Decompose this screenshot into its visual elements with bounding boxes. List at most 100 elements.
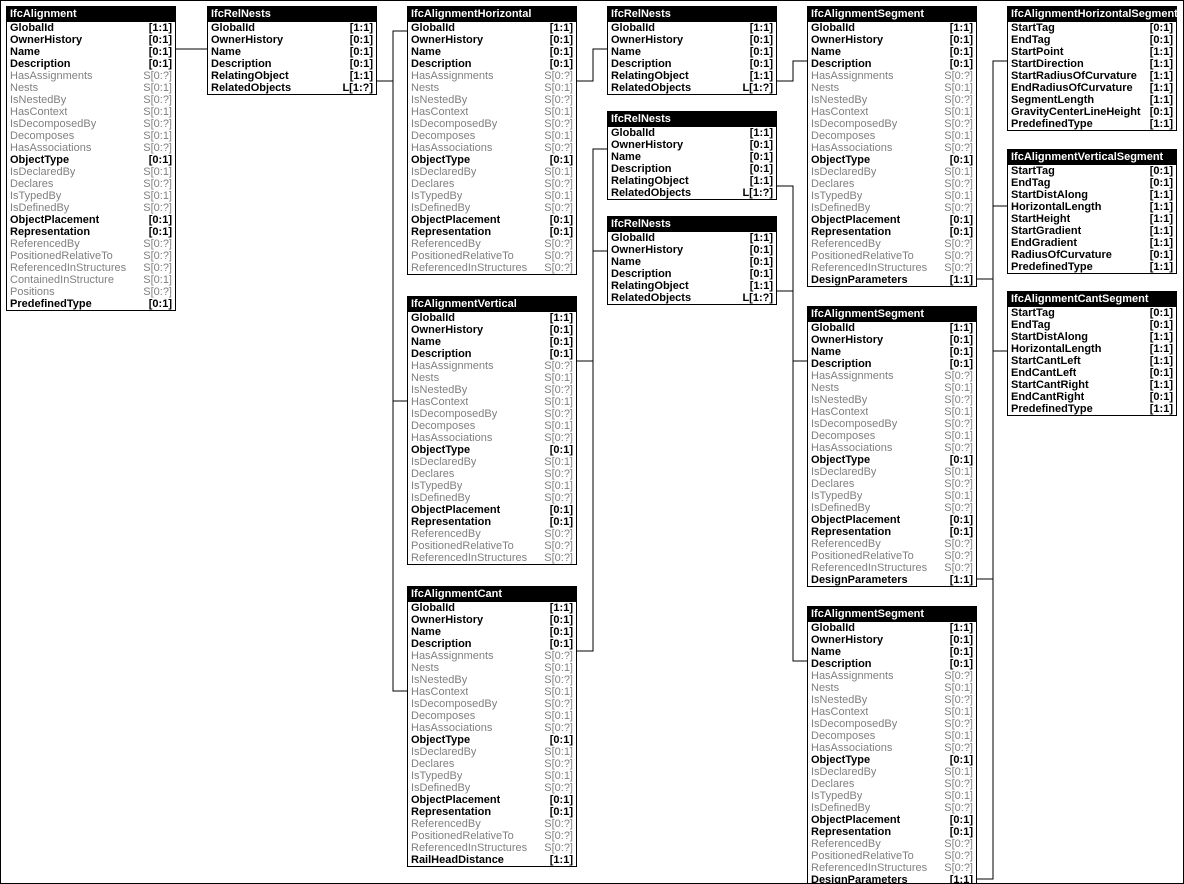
attr-name: Nests [811, 382, 839, 394]
attr-name: Declares [811, 778, 854, 790]
attr-cardinality: [0:1] [546, 806, 573, 818]
attr-row: Representation[0:1] [808, 826, 976, 838]
attr-name: IsTypedBy [411, 190, 462, 202]
attr-row: ObjectPlacement[0:1] [408, 214, 576, 226]
attr-cardinality: [0:1] [546, 504, 573, 516]
attr-cardinality: S[0:1] [540, 130, 573, 142]
attr-cardinality: [0:1] [946, 154, 973, 166]
attr-cardinality: S[0:?] [540, 250, 573, 262]
attr-name: Declares [811, 178, 854, 190]
attr-row: DecomposesS[0:1] [408, 710, 576, 722]
attr-cardinality: [0:1] [746, 58, 773, 70]
attr-name: IsNestedBy [811, 94, 867, 106]
entity-e-align-cant: IfcAlignmentCantGlobalId[1:1]OwnerHistor… [407, 586, 577, 867]
attr-cardinality: [0:1] [946, 814, 973, 826]
attr-name: Name [811, 646, 841, 658]
attr-row: IsDefinedByS[0:?] [808, 502, 976, 514]
attr-cardinality: S[0:1] [940, 382, 973, 394]
attr-cardinality: [0:1] [946, 346, 973, 358]
attr-cardinality: [0:1] [946, 526, 973, 538]
attr-cardinality: [0:1] [1146, 165, 1173, 177]
attr-row: Representation[0:1] [808, 526, 976, 538]
attr-name: RelatedObjects [211, 82, 291, 94]
attr-name: IsTypedBy [10, 190, 61, 202]
attr-cardinality: [0:1] [746, 163, 773, 175]
attr-row: NestsS[0:1] [408, 82, 576, 94]
attr-name: HasAssociations [811, 142, 892, 154]
attr-cardinality: [0:1] [1146, 249, 1173, 261]
attr-cardinality: S[0:1] [940, 82, 973, 94]
attr-cardinality: S[0:?] [540, 408, 573, 420]
attr-row: Description[0:1] [408, 58, 576, 70]
attr-name: Nests [411, 372, 439, 384]
attr-cardinality: [0:1] [546, 46, 573, 58]
attr-name: PositionedRelativeTo [411, 830, 514, 842]
attr-cardinality: [0:1] [1146, 319, 1173, 331]
attr-name: Description [411, 348, 472, 360]
attr-name: Name [10, 46, 40, 58]
attr-row: Name[0:1] [408, 46, 576, 58]
attr-name: HasAssociations [811, 742, 892, 754]
attr-name: Representation [411, 516, 491, 528]
attr-cardinality: S[0:?] [940, 142, 973, 154]
attr-name: IsDeclaredBy [811, 766, 876, 778]
attr-row: NestsS[0:1] [7, 82, 175, 94]
attr-row: IsNestedByS[0:?] [808, 394, 976, 406]
diagram-canvas: { "attrSets": { "alignmentFull": [ {"n":… [0, 0, 1184, 884]
attr-row: PredefinedType[1:1] [1008, 261, 1176, 273]
attr-name: HasAssignments [411, 360, 494, 372]
attr-cardinality: [0:1] [546, 34, 573, 46]
attr-row: Name[0:1] [808, 646, 976, 658]
attr-row: IsDefinedByS[0:?] [408, 782, 576, 794]
attr-name: GlobalId [611, 22, 655, 34]
attr-row: IsDecomposedByS[0:?] [808, 118, 976, 130]
entity-e-vseg: IfcAlignmentVerticalSegmentStartTag[0:1]… [1007, 149, 1177, 274]
attr-row: ObjectType[0:1] [808, 154, 976, 166]
attr-row: DecomposesS[0:1] [408, 420, 576, 432]
attr-row: RelatedObjectsL[1:?] [608, 82, 776, 94]
attr-row: GlobalId[1:1] [808, 622, 976, 634]
attr-row: Name[0:1] [408, 626, 576, 638]
attr-cardinality: [0:1] [1146, 367, 1173, 379]
attr-name: Name [611, 151, 641, 163]
attr-cardinality: S[0:?] [540, 360, 573, 372]
attr-row: ObjectType[0:1] [408, 734, 576, 746]
attr-name: Nests [811, 682, 839, 694]
attr-name: IsDecomposedBy [811, 718, 897, 730]
attr-name: IsNestedBy [811, 394, 867, 406]
attr-name: ReferencedBy [811, 538, 881, 550]
attr-cardinality: S[0:?] [940, 370, 973, 382]
attr-name: PredefinedType [1011, 118, 1093, 130]
entity-e-seg-b: IfcAlignmentSegmentGlobalId[1:1]OwnerHis… [807, 306, 977, 587]
attr-name: HasAssignments [10, 70, 93, 82]
attr-row: Description[0:1] [608, 163, 776, 175]
attr-cardinality: S[0:1] [540, 106, 573, 118]
attr-row: OwnerHistory[0:1] [808, 34, 976, 46]
attr-name: Name [611, 256, 641, 268]
attr-row: Description[0:1] [808, 58, 976, 70]
attr-name: OwnerHistory [611, 139, 683, 151]
entity-e-cseg: IfcAlignmentCantSegmentStartTag[0:1]EndT… [1007, 291, 1177, 416]
attr-name: EndCantLeft [1011, 367, 1076, 379]
attr-cardinality: [0:1] [145, 214, 172, 226]
attr-row: IsTypedByS[0:1] [408, 480, 576, 492]
attr-cardinality: [1:1] [946, 274, 973, 286]
attr-name: ReferencedBy [811, 238, 881, 250]
attr-cardinality: L[1:?] [338, 82, 373, 94]
attr-cardinality: S[0:1] [940, 466, 973, 478]
attr-cardinality: S[0:?] [540, 238, 573, 250]
attr-cardinality: [1:1] [946, 622, 973, 634]
entity-title: IfcAlignmentCantSegment [1008, 292, 1176, 307]
attr-name: StartCantLeft [1011, 355, 1081, 367]
attr-name: StartHeight [1011, 213, 1070, 225]
attr-cardinality: S[0:?] [540, 178, 573, 190]
attr-name: RailHeadDistance [411, 854, 504, 866]
attr-row: IsDefinedByS[0:?] [808, 802, 976, 814]
attr-name: ObjectPlacement [811, 214, 900, 226]
attr-cardinality: S[0:?] [540, 492, 573, 504]
attr-cardinality: [0:1] [946, 754, 973, 766]
attr-name: IsDefinedBy [811, 802, 870, 814]
attr-row: IsDefinedByS[0:?] [408, 202, 576, 214]
attr-cardinality: S[0:?] [940, 862, 973, 874]
attr-row: IsTypedByS[0:1] [808, 490, 976, 502]
